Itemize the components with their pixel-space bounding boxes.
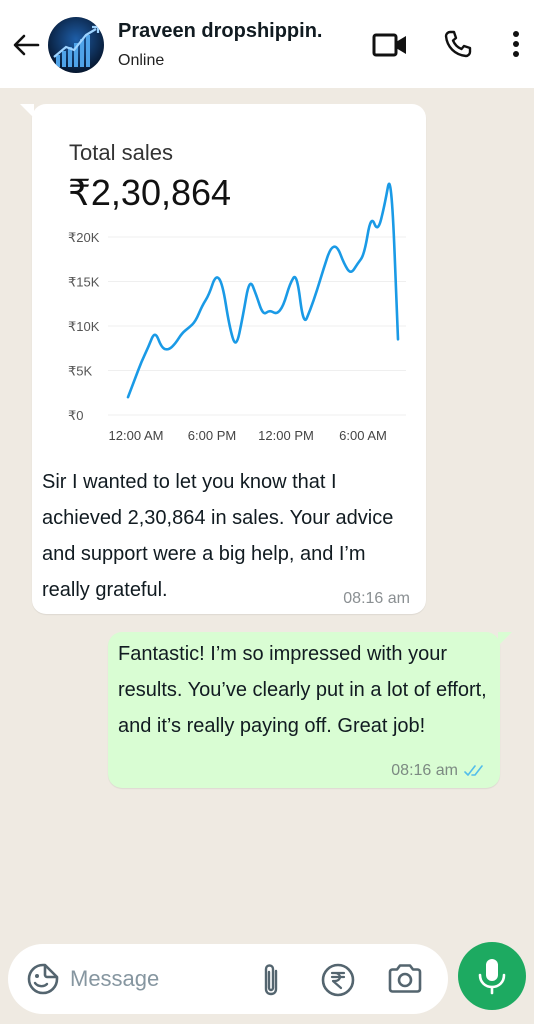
chart-x-tick-label: 12:00 PM (258, 428, 314, 443)
incoming-message[interactable]: Total sales ₹2,30,864 ₹20K ₹15K ₹10K ₹5K ₹0 1… (20, 104, 426, 614)
incoming-message-time: 08:16 am (343, 590, 410, 607)
mic-icon (478, 959, 506, 995)
voice-call-button[interactable] (440, 26, 476, 62)
chart-y-tick-label: ₹5K (68, 364, 93, 379)
chart-y-tick-label: ₹10K (68, 319, 100, 334)
outgoing-message-meta: 08:16 am (391, 762, 486, 780)
chart-x-tick-label: 6:00 AM (339, 428, 387, 443)
incoming-message-text: Sir I wanted to let you know that I achi… (42, 471, 394, 601)
sticker-button[interactable] (26, 962, 60, 996)
contact-name[interactable]: Praveen dropshippin. (118, 20, 322, 43)
chart-series-line (126, 182, 400, 399)
more-vertical-icon (513, 31, 519, 57)
message-input[interactable] (70, 964, 250, 994)
outgoing-message-time: 08:16 am (391, 762, 458, 779)
phone-icon (444, 30, 472, 58)
video-call-icon (372, 33, 406, 57)
contact-status: Online (118, 52, 165, 69)
camera-button[interactable] (386, 962, 424, 996)
video-call-button[interactable] (370, 28, 410, 62)
voice-message-button[interactable] (458, 942, 526, 1010)
outgoing-message[interactable]: Fantastic! I’m so impressed with your re… (108, 632, 512, 788)
attach-button[interactable] (258, 961, 284, 999)
avatar[interactable] (48, 17, 104, 73)
back-arrow-icon (13, 34, 40, 56)
rupee-icon (321, 963, 355, 997)
chart-y-tick-label: ₹0 (68, 408, 84, 423)
chart-y-tick-label: ₹15K (68, 275, 100, 290)
chart-x-tick-label: 12:00 AM (109, 428, 164, 443)
double-check-icon (464, 765, 483, 776)
camera-icon (388, 964, 422, 993)
paperclip-icon (264, 964, 278, 996)
message-composer (8, 944, 448, 1014)
bubble-tail (498, 632, 512, 646)
sticker-icon (27, 963, 59, 995)
sales-line-chart: ₹20K ₹15K ₹10K ₹5K ₹0 12:00 AM 6:00 PM 12:00 PM… (68, 182, 406, 443)
chart-y-tick-label: ₹20K (68, 230, 100, 245)
payment-button[interactable] (320, 962, 356, 998)
chat-header: Praveen dropshippin. Online (0, 0, 534, 88)
outgoing-message-text: Fantastic! I’m so impressed with your re… (118, 643, 487, 737)
back-button[interactable] (10, 30, 42, 60)
more-options-button[interactable] (504, 26, 528, 62)
chart-x-tick-label: 6:00 PM (188, 428, 236, 443)
